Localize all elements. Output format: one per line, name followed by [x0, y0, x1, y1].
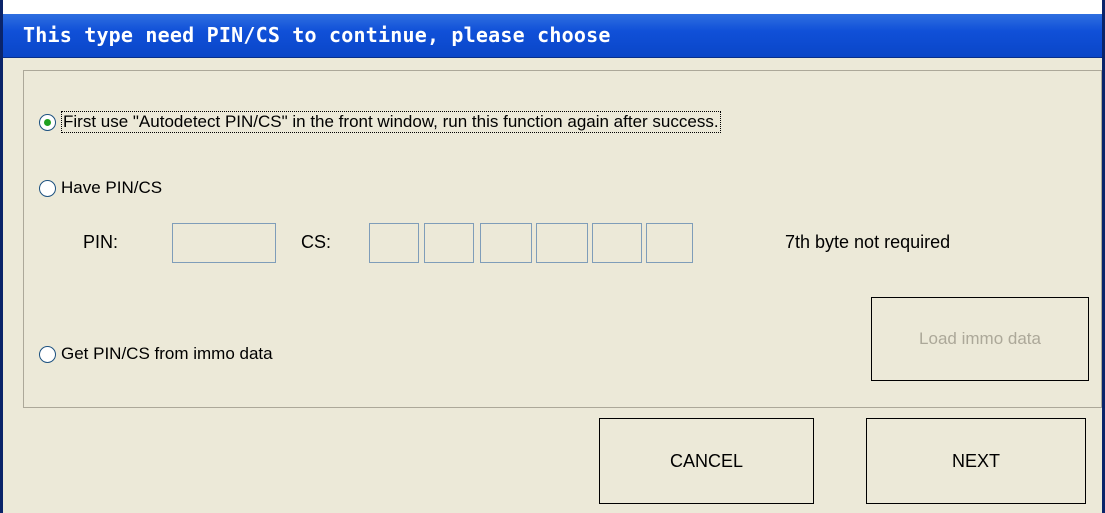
- pin-input[interactable]: [172, 223, 276, 263]
- cs-byte-6-input[interactable]: [646, 223, 693, 263]
- cs-byte-4-input[interactable]: [536, 223, 588, 263]
- cs-byte-2-input[interactable]: [424, 223, 474, 263]
- top-edge: [3, 0, 1102, 14]
- immo-data-label: Get PIN/CS from immo data: [61, 344, 273, 363]
- cs-byte-5-input[interactable]: [592, 223, 642, 263]
- dialog-window: This type need PIN/CS to continue, pleas…: [0, 0, 1105, 513]
- option-immo-data[interactable]: Get PIN/CS from immo data: [39, 344, 273, 364]
- next-button[interactable]: NEXT: [866, 418, 1086, 504]
- option-have-pin[interactable]: Have PIN/CS: [39, 178, 162, 198]
- immo-data-radio[interactable]: [39, 345, 56, 363]
- option-autodetect[interactable]: First use "Autodetect PIN/CS" in the fro…: [39, 111, 721, 133]
- have-pin-radio[interactable]: [39, 179, 56, 197]
- window-title: This type need PIN/CS to continue, pleas…: [23, 23, 611, 47]
- have-pin-label: Have PIN/CS: [61, 178, 163, 197]
- cancel-button[interactable]: CANCEL: [599, 418, 814, 504]
- seventh-byte-note: 7th byte not required: [785, 232, 951, 252]
- autodetect-radio[interactable]: [39, 113, 56, 131]
- cs-byte-1-input[interactable]: [369, 223, 419, 263]
- cs-byte-3-input[interactable]: [480, 223, 532, 263]
- pin-label: PIN:: [83, 232, 119, 252]
- load-immo-data-button[interactable]: Load immo data: [871, 297, 1089, 381]
- title-bar[interactable]: This type need PIN/CS to continue, pleas…: [3, 14, 1102, 58]
- autodetect-label: First use "Autodetect PIN/CS" in the fro…: [61, 111, 721, 133]
- cs-label: CS:: [301, 232, 332, 252]
